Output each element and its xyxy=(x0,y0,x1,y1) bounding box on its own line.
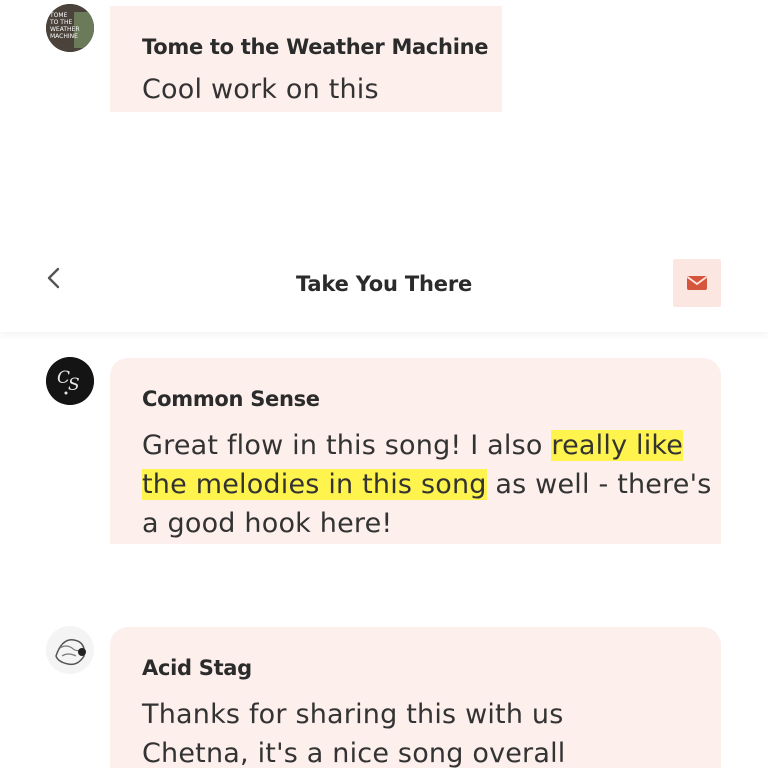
svg-text:TO THE: TO THE xyxy=(49,19,72,26)
comment-bubble: Acid Stag Thanks for sharing this with u… xyxy=(110,627,721,768)
comment-author[interactable]: Tome to the Weather Machine xyxy=(142,34,502,60)
svg-text:TOME: TOME xyxy=(49,12,68,19)
comments-thread-screen: TOME TO THE WEATHER MACHINE Tome to the … xyxy=(0,0,768,768)
comment-text: Cool work on this xyxy=(142,74,379,105)
comment-author[interactable]: Acid Stag xyxy=(142,655,721,681)
song-header-bar: Take You There xyxy=(0,246,768,332)
svg-text:S: S xyxy=(68,375,80,395)
page-title: Take You There xyxy=(295,272,473,296)
message-button[interactable] xyxy=(673,259,721,307)
comment-bubble: Common Sense Great flow in this song! I … xyxy=(110,358,721,544)
svg-text:MACHINE: MACHINE xyxy=(50,33,78,40)
svg-text:WEATHER: WEATHER xyxy=(50,26,80,33)
avatar[interactable]: C S xyxy=(46,357,94,405)
avatar[interactable]: TOME TO THE WEATHER MACHINE xyxy=(46,4,94,52)
acid-stag-avatar xyxy=(46,626,94,674)
tome-to-the-weather-machine-avatar: TOME TO THE WEATHER MACHINE xyxy=(46,4,94,52)
avatar[interactable] xyxy=(46,626,94,674)
comment-text-part: Great flow in this song! I also xyxy=(142,430,552,461)
comment-author[interactable]: Common Sense xyxy=(142,386,721,412)
comment-text: Great flow in this song! I also really l… xyxy=(142,426,712,543)
common-sense-avatar: C S xyxy=(46,357,94,405)
comment-text: Thanks for sharing this with us Chetna, … xyxy=(142,699,566,768)
envelope-icon xyxy=(686,276,708,290)
comment-bubble: Tome to the Weather Machine Cool work on… xyxy=(110,6,502,112)
